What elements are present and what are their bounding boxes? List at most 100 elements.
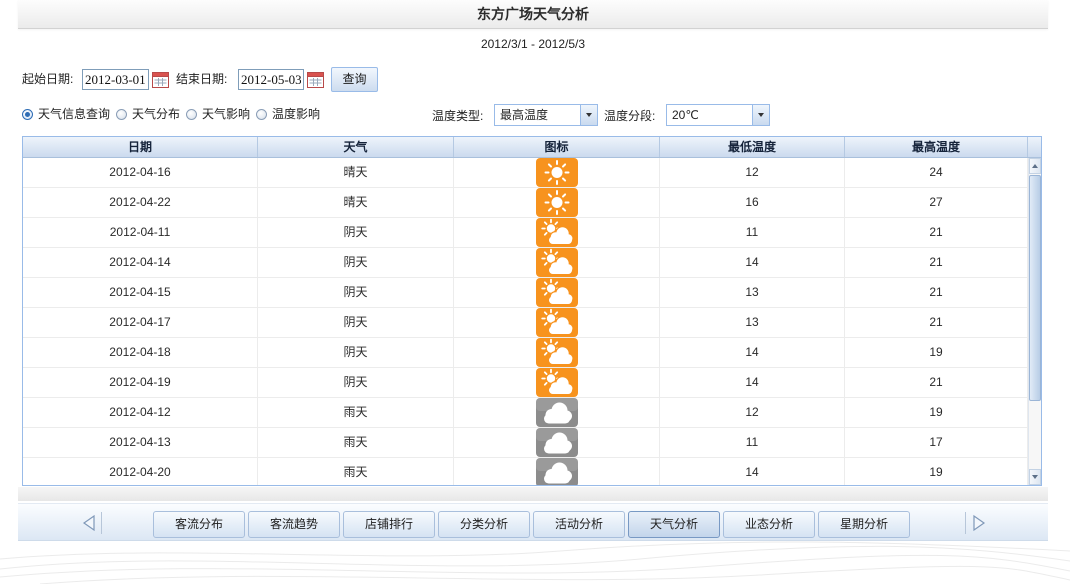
cell-high-temp: 21 [845, 278, 1028, 307]
partly-cloudy-icon [535, 338, 578, 367]
temperature-step-select[interactable]: 20℃ [666, 104, 770, 126]
cell-low-temp: 11 [660, 428, 845, 457]
dropdown-arrow-icon[interactable] [752, 105, 769, 125]
temperature-step-label: 温度分段: [604, 109, 656, 123]
cell-icon [454, 188, 660, 217]
vertical-scrollbar[interactable] [1028, 158, 1041, 485]
date-range-subtitle: 2012/3/1 - 2012/5/3 [480, 37, 586, 51]
partly-cloudy-icon [535, 308, 578, 337]
cell-weather: 晴天 [258, 158, 454, 187]
cell-weather: 阴天 [258, 248, 454, 277]
cell-high-temp: 19 [845, 338, 1028, 367]
cell-date: 2012-04-20 [23, 458, 258, 485]
cell-weather: 阴天 [258, 368, 454, 397]
cell-low-temp: 12 [660, 398, 845, 427]
column-header-high-temp[interactable]: 最高温度 [845, 137, 1028, 157]
temperature-type-select[interactable]: 最高温度 [494, 104, 598, 126]
tab-customer-flow-trend[interactable]: 客流趋势 [248, 511, 340, 538]
end-date-label: 结束日期: [176, 72, 228, 86]
cloud-icon [535, 458, 578, 485]
query-button[interactable]: 查询 [331, 67, 378, 92]
tab-store-ranking[interactable]: 店铺排行 [343, 511, 435, 538]
radio-weather-info-query[interactable]: 天气信息查询 [22, 107, 110, 122]
table-row[interactable]: 2012-04-11 阴天 11 21 [23, 218, 1028, 248]
cell-high-temp: 27 [845, 188, 1028, 217]
title-bar: 东方广场天气分析 [18, 0, 1048, 29]
calendar-icon[interactable] [151, 70, 170, 89]
dropdown-arrow-icon[interactable] [580, 105, 597, 125]
tab-category-analysis[interactable]: 分类分析 [438, 511, 530, 538]
nav-divider [101, 512, 102, 534]
start-date-input[interactable] [82, 69, 149, 90]
triangle-right-icon[interactable] [971, 514, 987, 532]
radio-button[interactable] [116, 109, 128, 120]
table-row[interactable]: 2012-04-22 晴天 16 27 [23, 188, 1028, 218]
table-row[interactable]: 2012-04-12 雨天 12 19 [23, 398, 1028, 428]
cell-low-temp: 13 [660, 278, 845, 307]
cell-date: 2012-04-16 [23, 158, 258, 187]
cell-low-temp: 14 [660, 368, 845, 397]
table-row[interactable]: 2012-04-13 雨天 11 17 [23, 428, 1028, 458]
start-date-label: 起始日期: [22, 72, 74, 86]
radio-label: 天气分布 [132, 107, 181, 121]
cell-date: 2012-04-17 [23, 308, 258, 337]
cloud-icon [535, 398, 578, 427]
radio-weather-distribution[interactable]: 天气分布 [116, 107, 180, 122]
page-title: 东方广场天气分析 [477, 6, 589, 22]
tab-activity-analysis[interactable]: 活动分析 [533, 511, 625, 538]
scrollbar-thumb[interactable] [1029, 175, 1041, 401]
triangle-left-icon[interactable] [81, 514, 97, 532]
cell-date: 2012-04-22 [23, 188, 258, 217]
scroll-up-icon[interactable] [1029, 158, 1041, 174]
tab-customer-flow-distribution[interactable]: 客流分布 [153, 511, 245, 538]
cell-date: 2012-04-14 [23, 248, 258, 277]
column-header-date[interactable]: 日期 [23, 137, 258, 157]
cell-weather: 阴天 [258, 278, 454, 307]
cell-high-temp: 19 [845, 458, 1028, 485]
column-header-icon[interactable]: 图标 [454, 137, 660, 157]
cell-date: 2012-04-15 [23, 278, 258, 307]
radio-button[interactable] [256, 109, 268, 120]
cell-high-temp: 21 [845, 248, 1028, 277]
table-header: 日期 天气 图标 最低温度 最高温度 [23, 137, 1041, 158]
radio-label: 温度影响 [272, 107, 321, 121]
bottom-navigation: 客流分布 客流趋势 店铺排行 分类分析 活动分析 天气分析 业态分析 星期分析 [18, 503, 1048, 541]
table-row[interactable]: 2012-04-18 阴天 14 19 [23, 338, 1028, 368]
header-scroll-filler [1028, 137, 1041, 157]
nav-divider [965, 512, 966, 534]
table-row[interactable]: 2012-04-16 晴天 12 24 [23, 158, 1028, 188]
tab-weather-analysis[interactable]: 天气分析 [628, 511, 720, 538]
background-swirl-decoration [0, 541, 1070, 584]
cell-low-temp: 14 [660, 338, 845, 367]
cell-low-temp: 14 [660, 458, 845, 485]
end-date-input[interactable] [238, 69, 304, 90]
cell-icon [454, 248, 660, 277]
cell-low-temp: 14 [660, 248, 845, 277]
radio-weather-impact[interactable]: 天气影响 [186, 107, 250, 122]
cell-icon [454, 458, 660, 485]
cell-high-temp: 24 [845, 158, 1028, 187]
scroll-down-icon[interactable] [1029, 469, 1041, 485]
grid-footer-band [18, 487, 1048, 501]
table-row[interactable]: 2012-04-20 雨天 14 19 [23, 458, 1028, 485]
table-row[interactable]: 2012-04-17 阴天 13 21 [23, 308, 1028, 338]
radio-temperature-impact[interactable]: 温度影响 [256, 107, 320, 122]
cell-date: 2012-04-11 [23, 218, 258, 247]
tab-weekday-analysis[interactable]: 星期分析 [818, 511, 910, 538]
radio-label: 天气影响 [202, 107, 251, 121]
table-row[interactable]: 2012-04-15 阴天 13 21 [23, 278, 1028, 308]
column-header-weather[interactable]: 天气 [258, 137, 454, 157]
tab-business-type-analysis[interactable]: 业态分析 [723, 511, 815, 538]
temperature-type-label: 温度类型: [432, 109, 484, 123]
radio-button[interactable] [22, 109, 33, 120]
radio-button[interactable] [186, 109, 198, 120]
cell-low-temp: 12 [660, 158, 845, 187]
table-row[interactable]: 2012-04-14 阴天 14 21 [23, 248, 1028, 278]
column-header-low-temp[interactable]: 最低温度 [660, 137, 845, 157]
table-row[interactable]: 2012-04-19 阴天 14 21 [23, 368, 1028, 398]
cell-high-temp: 21 [845, 368, 1028, 397]
cell-weather: 晴天 [258, 188, 454, 217]
partly-cloudy-icon [535, 248, 578, 277]
cloud-icon [535, 428, 578, 457]
calendar-icon[interactable] [306, 70, 325, 89]
